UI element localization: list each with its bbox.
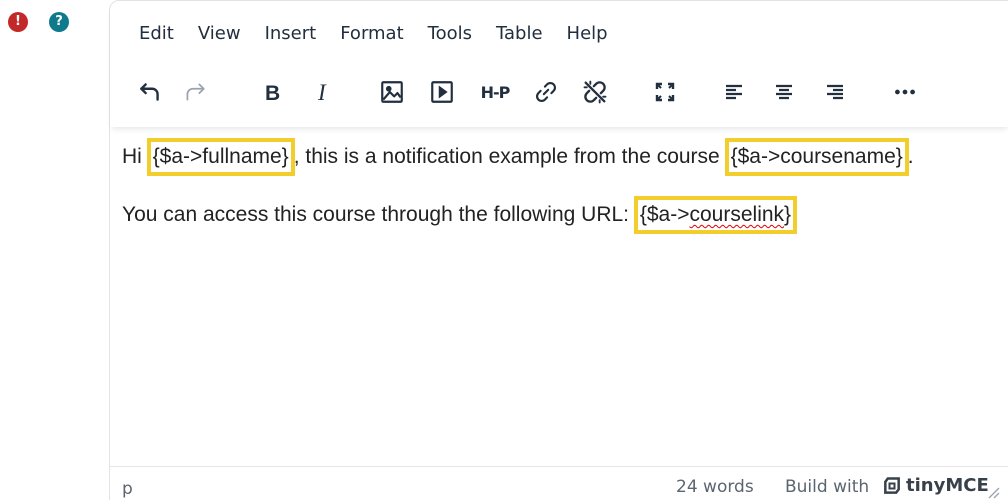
line1-end: . [907,145,914,168]
redo-icon [186,83,205,101]
editor-header: Edit View Insert Format Tools Table Help [110,1,1008,127]
italic-button[interactable]: I [306,73,342,111]
placeholder-open: {$a-> [639,203,690,226]
insert-media-button[interactable] [424,73,460,111]
align-left-icon [726,84,742,100]
fullscreen-button[interactable] [647,73,683,111]
tinymce-icon [884,476,900,494]
insert-image-button[interactable] [374,73,410,111]
rich-text-editor: Edit View Insert Format Tools Table Help [109,0,1008,500]
help-icon[interactable]: ? [49,12,69,32]
more-button[interactable] [887,73,923,111]
menu-help[interactable]: Help [555,19,620,49]
greeting-text: Hi [122,145,148,168]
media-icon [431,81,453,103]
align-center-button[interactable] [766,73,802,111]
notification-text: , this is a notification example from th… [293,145,726,168]
italic-icon: I [317,80,327,104]
bold-button[interactable]: B [254,73,290,111]
word-count[interactable]: 24 words [676,477,754,497]
coursename-placeholder: {$a->coursename} [724,138,909,176]
fullname-placeholder: {$a->fullname} [146,138,295,176]
element-path[interactable]: p [122,479,133,499]
courselink-placeholder: {$a->courselink} [633,196,798,234]
unlink-button[interactable] [577,73,613,111]
build-with-text: Build with [785,477,870,497]
menu-table[interactable]: Table [484,19,555,49]
statusbar: p 24 words Build with tinyMCE [110,466,1008,500]
tinymce-logo[interactable]: tinyMCE [882,475,989,496]
redo-button[interactable] [177,73,213,111]
page: ! ? Edit View Insert Format Tools Table … [0,0,1008,500]
undo-button[interactable] [132,73,168,111]
toolbar: B I H-P [110,73,990,113]
content-line-2: You can access this course through the f… [122,195,1002,235]
tinymce-brand: tinyMCE [906,475,989,496]
menu-tools[interactable]: Tools [416,19,484,49]
image-icon [381,81,403,103]
menu-format[interactable]: Format [328,19,415,49]
content-line-1: Hi {$a->fullname}, this is a notificatio… [122,137,1002,177]
align-center-icon [776,84,792,100]
resize-handle-icon[interactable] [988,487,1000,499]
menu-view[interactable]: View [186,19,253,49]
align-right-icon [827,84,843,100]
menu-edit[interactable]: Edit [128,19,186,49]
bold-icon: B [265,82,280,104]
menubar: Edit View Insert Format Tools Table Help [128,19,620,49]
misspelled-word: courselink [689,203,785,226]
h5p-button[interactable]: H-P [474,73,516,111]
link-icon [536,82,556,102]
editor-content[interactable]: Hi {$a->fullname}, this is a notificatio… [122,137,1002,235]
undo-icon [140,83,159,101]
fullscreen-icon [655,82,675,102]
menu-insert[interactable]: Insert [253,19,329,49]
link-button[interactable] [528,73,564,111]
url-intro-text: You can access this course through the f… [122,203,635,226]
error-icon[interactable]: ! [8,12,28,32]
svg-text:I: I [317,80,327,104]
unlink-icon [583,80,607,104]
align-left-button[interactable] [716,73,752,111]
align-right-button[interactable] [817,73,853,111]
h5p-icon: H-P [480,82,511,102]
more-icon [895,89,915,95]
svg-text:B: B [265,82,280,104]
placeholder-close: } [784,203,792,226]
